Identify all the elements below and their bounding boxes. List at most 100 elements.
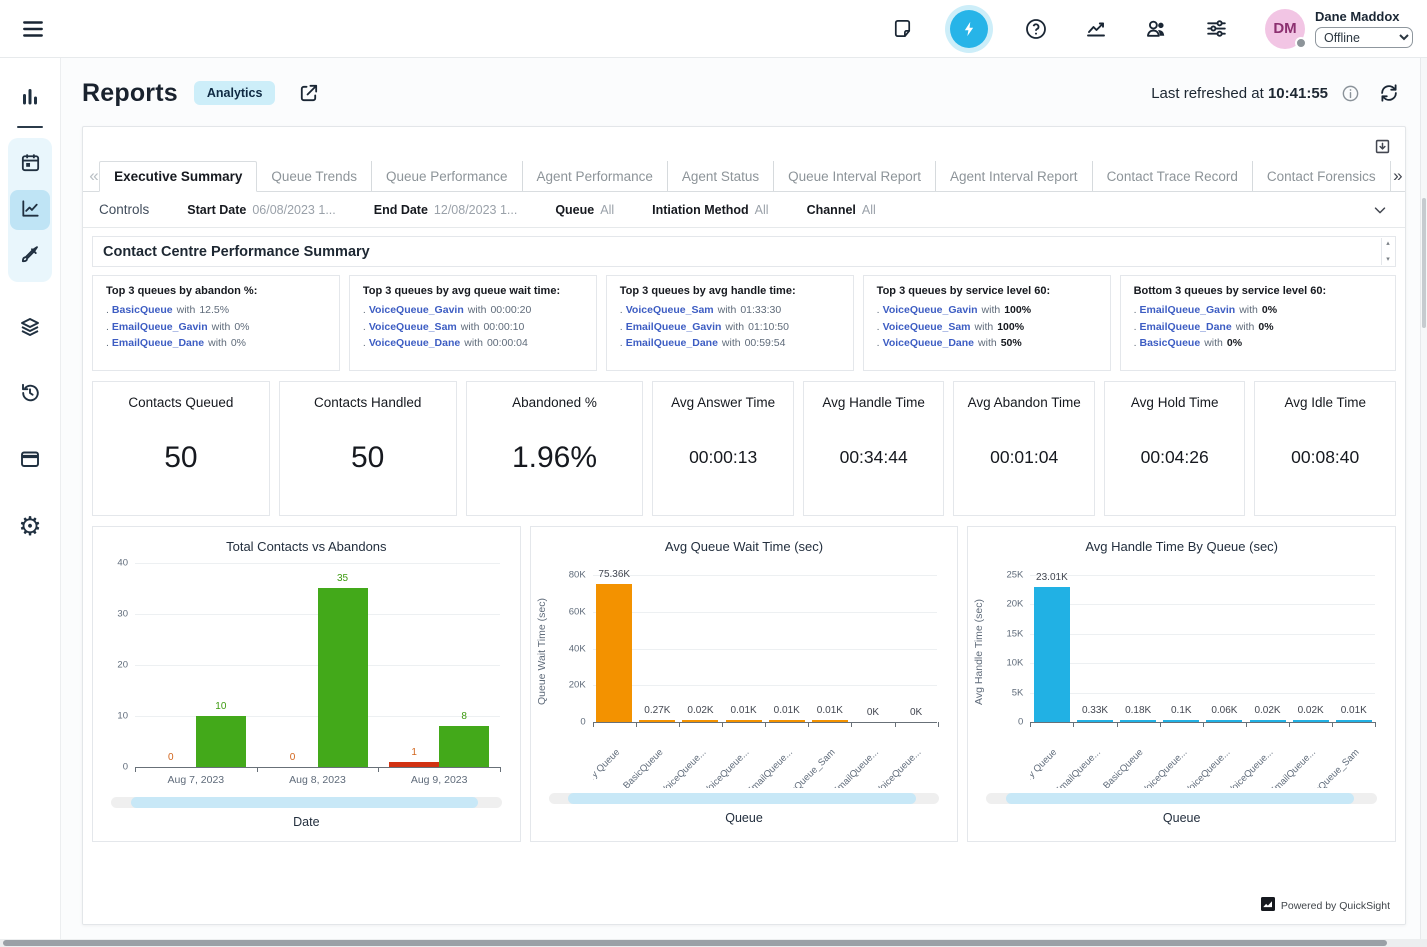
- bar-value-label: 35: [337, 573, 348, 584]
- info-icon[interactable]: [1338, 81, 1362, 105]
- sidebar-item-windows[interactable]: [10, 440, 50, 480]
- analytics-icon[interactable]: [1079, 12, 1113, 46]
- powered-by-text: Powered by QuickSight: [1281, 900, 1390, 912]
- status-select[interactable]: Offline: [1315, 27, 1413, 48]
- y-tick-label: 20K: [1006, 599, 1023, 610]
- bar-VoiceQueue...[interactable]: [1250, 720, 1286, 722]
- bar-VoiceQueue...[interactable]: [726, 720, 762, 722]
- filter-initiation-method[interactable]: Intiation Method All: [652, 203, 768, 217]
- queue-link: EmailQueue_Gavin: [1139, 304, 1235, 316]
- controls-bar: Controls Start Date 06/08/2023 1... End …: [83, 192, 1405, 228]
- flash-button[interactable]: [945, 5, 993, 53]
- sidebar-item-reports[interactable]: [10, 190, 50, 230]
- chart-scrollbar[interactable]: [549, 793, 940, 804]
- tabs-scroll-right-icon[interactable]: »: [1390, 161, 1405, 191]
- y-tick-label: 20K: [569, 680, 586, 691]
- user-name: Dane Maddox: [1315, 9, 1413, 24]
- users-icon[interactable]: [1139, 12, 1173, 46]
- bar-VoiceQueue...[interactable]: [1163, 720, 1199, 722]
- kpi-contacts-handled: Contacts Handled 50: [279, 381, 457, 516]
- x-axis-labels: Henry QueueEmailQueue...BasicQueueVoiceQ…: [1030, 723, 1375, 788]
- queue-link: VoiceQueue_Sam: [369, 321, 457, 333]
- chart-scrollbar-thumb[interactable]: [568, 793, 916, 804]
- tab-executive-summary[interactable]: Executive Summary: [99, 161, 257, 192]
- stepper-up-icon[interactable]: ▴: [1386, 240, 1390, 247]
- y-tick-label: 80K: [569, 570, 586, 581]
- insights-row: Top 3 queues by abandon %: .BasicQueuewi…: [92, 275, 1396, 371]
- bar-value-label: 0.1K: [1171, 705, 1192, 716]
- bar-VoiceQueue...[interactable]: [1206, 720, 1242, 722]
- chart-scrollbar[interactable]: [986, 793, 1377, 804]
- bar-Aug 9, 2023[interactable]: [389, 762, 439, 767]
- bar-TaskQueue_Sam[interactable]: [812, 720, 848, 722]
- chart-scrollbar-thumb[interactable]: [131, 797, 479, 808]
- filter-end-date[interactable]: End Date 12/08/2023 1...: [374, 203, 518, 217]
- kpi-abandoned-pct: Abandoned % 1.96%: [466, 381, 644, 516]
- charts-row: Total Contacts vs Abandons 0102030400100…: [92, 526, 1396, 842]
- tab-agent-interval-report[interactable]: Agent Interval Report: [935, 161, 1092, 191]
- export-download-icon[interactable]: [1369, 133, 1395, 159]
- summary-scroll-stepper[interactable]: ▴ ▾: [1381, 238, 1394, 265]
- bar-Aug 7, 2023[interactable]: [196, 716, 246, 767]
- controls-label: Controls: [99, 202, 149, 217]
- bar-EmailQueue...[interactable]: [769, 720, 805, 722]
- user-area: DM Dane Maddox Offline: [1265, 9, 1413, 49]
- bar-Aug 9, 2023[interactable]: [439, 726, 489, 767]
- tab-agent-status[interactable]: Agent Status: [667, 161, 773, 191]
- y-tick-label: 5K: [1012, 687, 1024, 698]
- chart-scrollbar-thumb[interactable]: [1006, 793, 1354, 804]
- tab-queue-trends[interactable]: Queue Trends: [257, 161, 371, 191]
- help-icon[interactable]: [1019, 12, 1053, 46]
- bar-Henry Queue[interactable]: [1034, 587, 1070, 722]
- stepper-down-icon[interactable]: ▾: [1386, 256, 1390, 263]
- bar-Henry Queue[interactable]: [596, 584, 632, 722]
- vertical-scrollbar[interactable]: [1420, 58, 1427, 939]
- chart-title: Avg Queue Wait Time (sec): [537, 539, 952, 555]
- y-axis-title: Avg Handle Time (sec): [973, 577, 985, 727]
- sidebar-item-settings[interactable]: ⚙: [10, 506, 50, 546]
- filter-queue[interactable]: Queue All: [555, 203, 614, 217]
- refresh-icon[interactable]: [1372, 76, 1406, 110]
- tabs-scroll-left-icon[interactable]: «: [89, 161, 99, 191]
- y-tick-label: 40K: [569, 643, 586, 654]
- bar-TaskQueue_Sam[interactable]: [1336, 720, 1372, 722]
- filter-start-date[interactable]: Start Date 06/08/2023 1...: [187, 203, 335, 217]
- flash-icon: [950, 10, 988, 48]
- bar-value-label: 75.36K: [598, 569, 630, 580]
- horizontal-scrollbar[interactable]: [0, 939, 1427, 947]
- vertical-scrollbar-thumb[interactable]: [1422, 198, 1426, 328]
- hamburger-menu-icon[interactable]: [16, 12, 50, 46]
- filter-channel[interactable]: Channel All: [807, 203, 876, 217]
- status-dot: [1295, 37, 1307, 49]
- axis-tick: [938, 722, 939, 727]
- external-link-icon[interactable]: [291, 76, 325, 110]
- bar-EmailQueue...[interactable]: [1293, 720, 1329, 722]
- insight-card-wait-time: Top 3 queues by avg queue wait time: .Vo…: [349, 275, 597, 371]
- sidebar-item-designer[interactable]: [10, 236, 50, 276]
- tab-queue-performance[interactable]: Queue Performance: [371, 161, 522, 191]
- controls-collapse-chevron-icon[interactable]: [1371, 201, 1389, 219]
- queue-link: BasicQueue: [112, 304, 173, 316]
- bar-BasicQueue[interactable]: [1120, 720, 1156, 722]
- sidebar-item-calendar[interactable]: [10, 144, 50, 184]
- chart-plot: 020K40K60K80K75.36K0.27K0.02K0.01K0.01K0…: [593, 575, 938, 723]
- bar-EmailQueue...[interactable]: [1077, 720, 1113, 722]
- sliders-icon[interactable]: [1199, 12, 1233, 46]
- notes-icon[interactable]: [885, 12, 919, 46]
- avatar[interactable]: DM: [1265, 9, 1305, 49]
- chart-scrollbar[interactable]: [111, 797, 502, 808]
- sidebar-item-layers[interactable]: [10, 308, 50, 348]
- chart-plot: 01020304001003518: [135, 563, 500, 768]
- dashboard-sheet: Contact Centre Performance Summary ▴ ▾ T…: [83, 228, 1405, 924]
- sidebar-item-metrics[interactable]: [10, 78, 50, 118]
- tab-contact-forensics[interactable]: Contact Forensics: [1252, 161, 1390, 191]
- horizontal-scrollbar-thumb[interactable]: [3, 940, 1387, 946]
- bar-BasicQueue[interactable]: [639, 720, 675, 722]
- tab-contact-trace-record[interactable]: Contact Trace Record: [1092, 161, 1252, 191]
- bar-VoiceQueue...[interactable]: [682, 720, 718, 722]
- sidebar-item-history[interactable]: [10, 374, 50, 414]
- bar-Aug 8, 2023[interactable]: [318, 588, 368, 767]
- tab-agent-performance[interactable]: Agent Performance: [522, 161, 667, 191]
- tab-queue-interval-report[interactable]: Queue Interval Report: [773, 161, 935, 191]
- main-content: Reports Analytics Last refreshed at 10:4…: [61, 58, 1427, 939]
